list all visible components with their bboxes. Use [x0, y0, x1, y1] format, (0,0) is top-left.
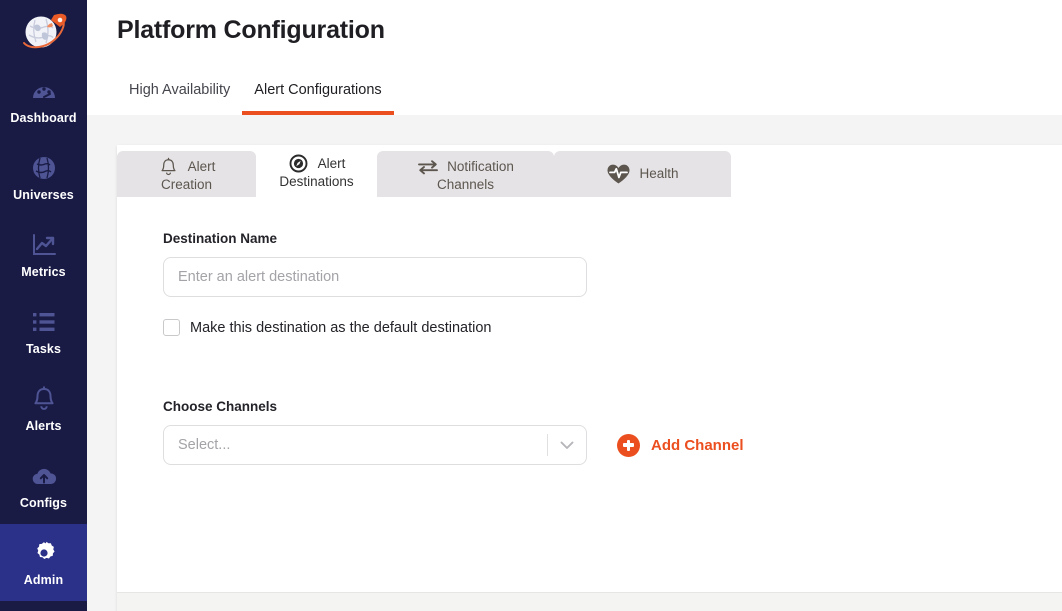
- sidebar-item-label: Configs: [19, 495, 68, 510]
- plus-circle-icon: [617, 433, 640, 457]
- add-channel-button[interactable]: Add Channel: [617, 433, 744, 457]
- sidebar-item-tasks[interactable]: Tasks: [0, 293, 87, 370]
- sidebar-item-configs[interactable]: Configs: [0, 447, 87, 524]
- tab-alert-configurations[interactable]: Alert Configurations: [242, 82, 394, 115]
- channels-select-value: Select...: [178, 437, 231, 453]
- sidebar-item-label: Dashboard: [10, 110, 77, 125]
- page-header: Platform Configuration High Availability…: [87, 0, 1062, 115]
- tab-alert-creation[interactable]: Alert Creation: [117, 151, 256, 197]
- destination-name-input[interactable]: [163, 257, 587, 297]
- tab-label-line1: Notification: [447, 158, 514, 174]
- page-title: Platform Configuration: [117, 16, 385, 44]
- tab-label-line2: Creation: [160, 176, 213, 192]
- tab-label-line1: Alert: [187, 158, 216, 174]
- exchange-arrows-icon: [417, 156, 439, 178]
- sidebar-item-label: Tasks: [25, 341, 61, 356]
- inner-tab-bar: Alert Creation Alert Destinations Notifi…: [117, 145, 1062, 197]
- default-destination-label: Make this destination as the default des…: [190, 319, 492, 336]
- card-body: Destination Name Make this destination a…: [117, 197, 1062, 592]
- tab-label-line1: Alert: [317, 155, 346, 171]
- sidebar-item-universes[interactable]: Universes: [0, 139, 87, 216]
- tab-high-availability[interactable]: High Availability: [117, 82, 242, 115]
- choose-channels-block: Choose Channels Select... Add Channel: [163, 399, 1062, 465]
- content-area: Alert Creation Alert Destinations Notifi…: [87, 115, 1062, 611]
- sidebar-item-label: Metrics: [21, 264, 66, 279]
- heart-pulse-icon: [606, 163, 631, 185]
- default-destination-row[interactable]: Make this destination as the default des…: [163, 319, 1062, 336]
- cloud-upload-icon: [30, 462, 58, 490]
- add-channel-label: Add Channel: [651, 436, 744, 454]
- sidebar-item-label: Admin: [23, 572, 64, 587]
- channels-select-row: Select... Add Channel: [163, 425, 1062, 465]
- globe-icon: [30, 154, 58, 182]
- sidebar-item-dashboard[interactable]: Dashboard: [0, 62, 87, 139]
- app-root: Dashboard Universes Metrics Tasks Alerts…: [0, 0, 1062, 611]
- sidebar-item-admin[interactable]: Admin: [0, 524, 87, 601]
- list-icon: [30, 308, 58, 336]
- main-content: Platform Configuration High Availability…: [87, 0, 1062, 611]
- gear-icon: [30, 539, 58, 567]
- sidebar: Dashboard Universes Metrics Tasks Alerts…: [0, 0, 87, 611]
- tab-label-line2: Destinations: [279, 173, 354, 189]
- compass-icon: [288, 153, 310, 175]
- sidebar-item-label: Universes: [13, 187, 74, 202]
- tab-health[interactable]: Health: [554, 151, 731, 197]
- dashboard-gauge-icon: [30, 77, 58, 105]
- chevron-down-icon[interactable]: [548, 441, 586, 450]
- tab-label-line2: Channels: [436, 176, 495, 192]
- choose-channels-label: Choose Channels: [163, 399, 278, 414]
- sidebar-item-label: Alerts: [25, 418, 62, 433]
- bell-icon: [158, 156, 180, 178]
- tab-alert-destinations[interactable]: Alert Destinations: [256, 145, 377, 197]
- bell-icon: [30, 385, 58, 413]
- top-tab-bar: High Availability Alert Configurations: [117, 67, 1062, 115]
- default-destination-checkbox[interactable]: [163, 319, 180, 336]
- destination-name-label: Destination Name: [163, 231, 278, 246]
- brand-logo[interactable]: [0, 0, 87, 62]
- alert-destinations-card: Alert Creation Alert Destinations Notifi…: [117, 145, 1062, 611]
- channels-select[interactable]: Select...: [163, 425, 587, 465]
- rocket-globe-logo-icon: [22, 13, 66, 49]
- sidebar-item-alerts[interactable]: Alerts: [0, 370, 87, 447]
- sidebar-item-metrics[interactable]: Metrics: [0, 216, 87, 293]
- tab-label-line1: Health: [639, 165, 679, 181]
- card-footer: Save Cancel: [117, 592, 1062, 611]
- tab-notification-channels[interactable]: Notification Channels: [377, 151, 554, 197]
- chart-line-icon: [30, 231, 58, 259]
